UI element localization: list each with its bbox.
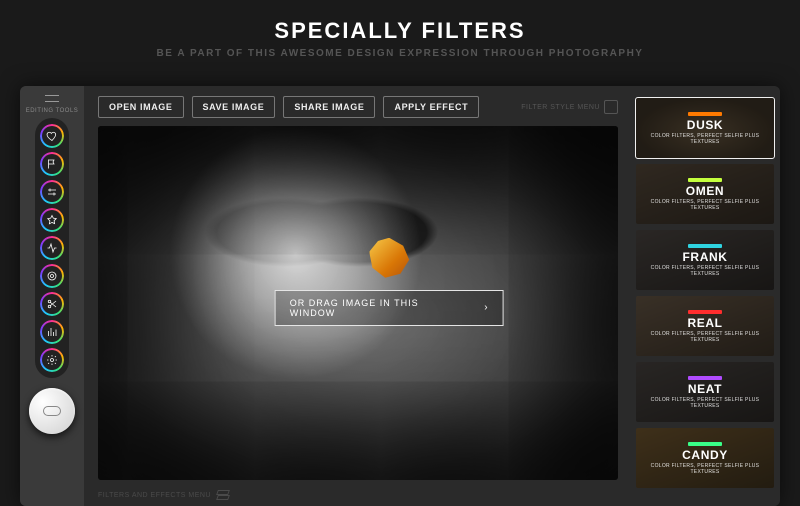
app-logo-icon — [369, 238, 409, 278]
heart-icon — [46, 130, 58, 142]
chevron-right-icon: › — [484, 302, 488, 313]
target-icon — [46, 270, 58, 282]
save-image-button[interactable]: SAVE IMAGE — [192, 96, 276, 118]
filter-name: FRANK — [683, 250, 728, 264]
equalizer-icon — [46, 326, 58, 338]
sliders-icon — [46, 186, 58, 198]
drop-hint: OR DRAG IMAGE IN THIS WINDOW › — [275, 238, 504, 326]
activity-icon — [46, 242, 58, 254]
heart-tool[interactable] — [40, 124, 64, 148]
tool-list — [35, 118, 69, 378]
share-image-button[interactable]: SHARE IMAGE — [283, 96, 375, 118]
filter-name: DUSK — [687, 118, 723, 132]
jog-dial[interactable] — [29, 388, 75, 434]
editing-tools-sidebar: EDITING TOOLS — [20, 86, 84, 506]
activity-tool[interactable] — [40, 236, 64, 260]
layers-icon — [217, 490, 229, 500]
gear-tool[interactable] — [40, 348, 64, 372]
filter-accent — [688, 112, 722, 116]
flag-tool[interactable] — [40, 152, 64, 176]
scissors-icon — [46, 298, 58, 310]
filter-subtitle: COLOR FILTERS, PERFECT SELFIE PLUS TEXTU… — [636, 199, 774, 211]
filter-neat[interactable]: NEATCOLOR FILTERS, PERFECT SELFIE PLUS T… — [636, 362, 774, 422]
power-icon — [43, 406, 61, 416]
filter-name: OMEN — [686, 184, 724, 198]
app-window: EDITING TOOLS OPEN IMAGE SAVE IMAGE SHAR… — [20, 86, 780, 506]
filter-name: REAL — [687, 316, 722, 330]
filter-style-menu-icon[interactable] — [604, 100, 618, 114]
scissors-tool[interactable] — [40, 292, 64, 316]
filter-accent — [688, 178, 722, 182]
drag-image-label: OR DRAG IMAGE IN THIS WINDOW — [290, 298, 466, 318]
filter-candy[interactable]: CANDYCOLOR FILTERS, PERFECT SELFIE PLUS … — [636, 428, 774, 488]
page-subtitle: BE A PART OF THIS AWESOME DESIGN EXPRESS… — [0, 48, 800, 59]
filter-accent — [688, 244, 722, 248]
filter-omen[interactable]: OMENCOLOR FILTERS, PERFECT SELFIE PLUS T… — [636, 164, 774, 224]
filter-subtitle: COLOR FILTERS, PERFECT SELFIE PLUS TEXTU… — [636, 331, 774, 343]
filter-real[interactable]: REALCOLOR FILTERS, PERFECT SELFIE PLUS T… — [636, 296, 774, 356]
filter-dusk[interactable]: DUSKCOLOR FILTERS, PERFECT SELFIE PLUS T… — [636, 98, 774, 158]
filter-accent — [688, 376, 722, 380]
filter-style-menu-text: FILTER STYLE MENU — [521, 104, 600, 111]
open-image-button[interactable]: OPEN IMAGE — [98, 96, 184, 118]
filter-panel: DUSKCOLOR FILTERS, PERFECT SELFIE PLUS T… — [632, 86, 780, 506]
filter-subtitle: COLOR FILTERS, PERFECT SELFIE PLUS TEXTU… — [636, 463, 774, 475]
filter-style-menu-label: FILTER STYLE MENU — [521, 100, 618, 114]
target-tool[interactable] — [40, 264, 64, 288]
star-icon — [46, 214, 58, 226]
editing-tools-icon — [43, 92, 61, 106]
page-title: SPECIALLY FILTERS — [0, 18, 800, 44]
filter-subtitle: COLOR FILTERS, PERFECT SELFIE PLUS TEXTU… — [636, 133, 774, 145]
drag-image-button[interactable]: OR DRAG IMAGE IN THIS WINDOW › — [275, 290, 504, 326]
main-area: OPEN IMAGE SAVE IMAGE SHARE IMAGE APPLY … — [84, 86, 632, 506]
filter-subtitle: COLOR FILTERS, PERFECT SELFIE PLUS TEXTU… — [636, 397, 774, 409]
equalizer-tool[interactable] — [40, 320, 64, 344]
filter-accent — [688, 310, 722, 314]
filters-effects-label: FILTERS AND EFFECTS MENU — [98, 492, 211, 499]
filter-frank[interactable]: FRANKCOLOR FILTERS, PERFECT SELFIE PLUS … — [636, 230, 774, 290]
filter-name: CANDY — [682, 448, 728, 462]
filter-accent — [688, 442, 722, 446]
gear-icon — [46, 354, 58, 366]
filters-effects-menu[interactable]: FILTERS AND EFFECTS MENU — [84, 486, 632, 506]
apply-effect-button[interactable]: APPLY EFFECT — [383, 96, 479, 118]
filter-subtitle: COLOR FILTERS, PERFECT SELFIE PLUS TEXTU… — [636, 265, 774, 277]
image-canvas[interactable]: OR DRAG IMAGE IN THIS WINDOW › — [98, 126, 618, 480]
flag-icon — [46, 158, 58, 170]
editing-tools-label: EDITING TOOLS — [26, 108, 79, 114]
star-tool[interactable] — [40, 208, 64, 232]
top-toolbar: OPEN IMAGE SAVE IMAGE SHARE IMAGE APPLY … — [84, 86, 632, 126]
sliders-tool[interactable] — [40, 180, 64, 204]
filter-name: NEAT — [688, 382, 722, 396]
